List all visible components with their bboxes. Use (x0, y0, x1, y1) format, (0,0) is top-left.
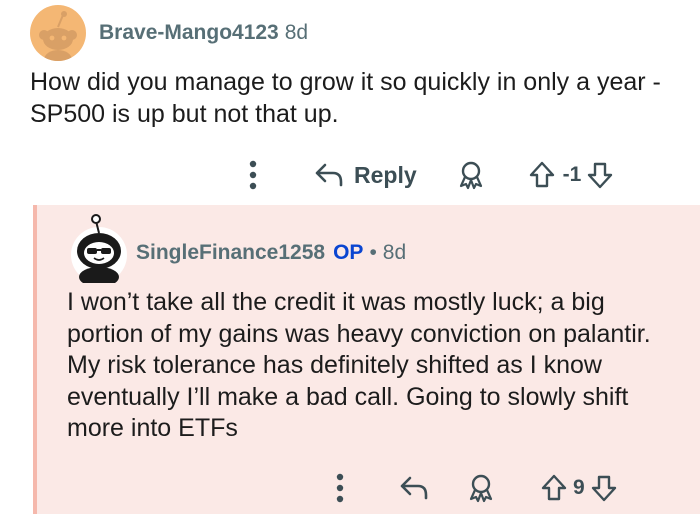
comment-thread: Brave-Mango4123 8d How did you manage to … (0, 0, 700, 514)
reply-arrow-icon (314, 162, 344, 188)
comment-body: I won’t take all the credit it was mostl… (67, 288, 651, 442)
downvote-arrow-icon[interactable] (591, 474, 617, 502)
meta-separator: • (369, 241, 377, 264)
comment-actions: Reply -1 (240, 155, 613, 195)
vote-count: 9 (573, 476, 585, 499)
comment-meta: Brave-Mango4123 8d (99, 20, 308, 46)
snoo-avatar-icon (71, 214, 127, 287)
downvote-arrow-icon[interactable] (587, 161, 613, 189)
upvote-arrow-icon[interactable] (529, 161, 555, 189)
comment-actions: 9 (327, 468, 617, 508)
reply-button[interactable]: Reply (314, 162, 417, 189)
avatar[interactable] (30, 5, 86, 61)
reply-arrow-icon[interactable] (399, 475, 429, 501)
more-options-icon[interactable] (327, 468, 353, 508)
op-badge: OP (333, 241, 364, 264)
comment-meta: SingleFinance1258 OP • 8d (136, 240, 406, 266)
award-icon[interactable] (457, 160, 485, 190)
comment-age: 8d (284, 21, 309, 44)
reply-comment: SingleFinance1258 OP • 8d I won’t take all … (33, 205, 700, 514)
comment: Brave-Mango4123 8d How did you manage to … (0, 0, 700, 204)
author-name[interactable]: SingleFinance1258 (136, 241, 325, 264)
author-name[interactable]: Brave-Mango4123 (99, 21, 279, 44)
more-options-icon[interactable] (240, 155, 266, 195)
comment-body: How did you manage to grow it so quickly… (30, 68, 661, 128)
vote-count: -1 (562, 163, 582, 186)
reply-label: Reply (354, 161, 417, 188)
avatar[interactable] (67, 211, 131, 287)
snoo-avatar-icon (39, 11, 77, 61)
comment-age: 8d (382, 241, 407, 264)
award-icon[interactable] (467, 473, 495, 503)
upvote-arrow-icon[interactable] (541, 474, 567, 502)
